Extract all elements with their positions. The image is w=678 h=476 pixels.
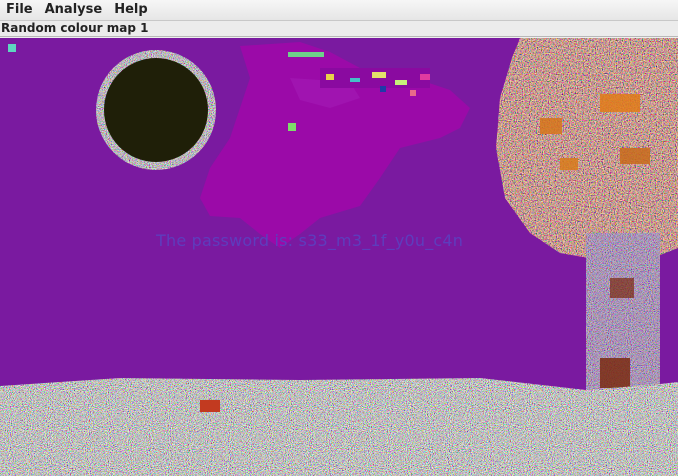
menu-analyse[interactable]: Analyse <box>39 0 109 20</box>
filter-name-label: Random colour map 1 <box>0 21 678 37</box>
menu-file[interactable]: File <box>0 0 39 20</box>
image-viewport[interactable]: The password is: s33_m3_1f_y0u_c4n <box>0 38 678 476</box>
menu-help[interactable]: Help <box>108 0 153 20</box>
menu-bar: File Analyse Help <box>0 0 678 21</box>
analysed-image <box>0 38 678 476</box>
tree-trunk <box>586 233 660 393</box>
hidden-password-text: The password is: s33_m3_1f_y0u_c4n <box>156 231 464 250</box>
